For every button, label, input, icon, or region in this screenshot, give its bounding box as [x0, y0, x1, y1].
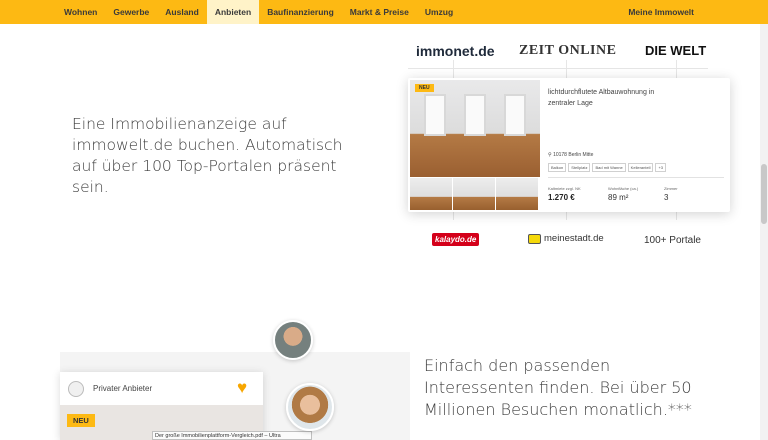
section1-headline: Eine Immobilienanzeige auf immowelt.de b…	[72, 115, 343, 196]
user-icon	[68, 381, 84, 397]
provider-card[interactable]: Privater Anbieter ♥ NEU	[60, 372, 263, 440]
rooms-block: Zimmer 3	[664, 186, 678, 202]
area-value: 89 m²	[608, 193, 629, 202]
area-label: Wohnfläche (ca.)	[608, 186, 639, 191]
more-portals-label: 100+ Portale	[644, 235, 701, 246]
nav-item-anbieten[interactable]: Anbieten	[206, 0, 260, 24]
listing-card[interactable]: NEU lichtdurchflutete Altbauwohnung in z…	[408, 78, 730, 212]
connector-line	[408, 68, 708, 69]
speech-bubble-icon	[528, 233, 541, 244]
nav-item-baufinanzierung[interactable]: Baufinanzierung	[259, 0, 342, 24]
rent-label: Kaltmiete zzgl. NK	[548, 186, 581, 191]
page-scrollbar[interactable]	[760, 24, 768, 440]
listing-thumbnails	[410, 178, 538, 210]
rent-value: 1.270 €	[548, 193, 575, 202]
tag: +3	[655, 163, 667, 172]
listing-photo: NEU	[410, 80, 540, 177]
scrollbar-thumb[interactable]	[761, 164, 767, 224]
tag: Stellplatz	[568, 163, 591, 172]
listing-tags: Balkon Stellplatz Bad mit Wanne Kelleran…	[548, 163, 668, 172]
heart-icon[interactable]: ♥	[237, 379, 247, 396]
area-block: Wohnfläche (ca.) 89 m²	[608, 186, 638, 202]
tag: Kellerantell	[627, 163, 654, 172]
logo-immonet: immonet.de	[416, 43, 495, 59]
rent-block: Kaltmiete zzgl. NK 1.270 €	[548, 186, 581, 202]
tag: Bad mit Wanne	[592, 163, 626, 172]
location-pin-icon: ⚲	[548, 152, 552, 158]
thumbnail-photo[interactable]	[453, 178, 495, 210]
rooms-label: Zimmer	[664, 186, 678, 191]
listing-title[interactable]: lichtdurchflutete Altbauwohnung in zentr…	[548, 87, 678, 109]
divider	[548, 177, 724, 178]
logo-die-welt: DIE WELT	[645, 43, 707, 58]
section2-headline: Einfach den passenden Interessenten find…	[424, 356, 692, 419]
nav-item-gewerbe[interactable]: Gewerbe	[105, 0, 157, 24]
window-shape	[504, 94, 526, 136]
window-shape	[424, 94, 446, 136]
tag: Balkon	[548, 163, 567, 172]
rooms-value: 3	[664, 193, 669, 202]
logo-meinestadt-text: meinestadt.de	[544, 233, 604, 244]
thumbnail-photo[interactable]	[496, 178, 538, 210]
nav-item-ausland[interactable]: Ausland	[157, 0, 207, 24]
main-nav: Wohnen Gewerbe Ausland Anbieten Baufinan…	[0, 0, 768, 24]
tooltip: Der große Immobilienplattform-Vergleich.…	[152, 431, 312, 440]
avatar	[286, 383, 334, 431]
logo-meinestadt: meinestadt.de	[528, 233, 604, 244]
nav-item-wohnen[interactable]: Wohnen	[56, 0, 105, 24]
logo-immonet-text: immonet.de	[416, 43, 495, 59]
listing-location: ⚲ 10178 Berlin Mitte	[548, 152, 593, 158]
nav-item-markt-preise[interactable]: Markt & Preise	[342, 0, 417, 24]
thumbnail-photo[interactable]	[410, 178, 452, 210]
window-shape	[464, 94, 486, 136]
listing-location-text: 10178 Berlin Mitte	[553, 152, 594, 158]
avatar	[273, 320, 313, 360]
nav-account-link[interactable]: Meine Immowelt	[620, 0, 702, 24]
logo-kalaydo: kalaydo.de	[432, 233, 480, 246]
new-badge: NEU	[67, 414, 95, 427]
logo-zeit-online: ZEIT ONLINE	[519, 43, 617, 58]
provider-label: Privater Anbieter	[93, 384, 153, 393]
new-badge: NEU	[415, 84, 434, 92]
nav-item-umzug[interactable]: Umzug	[417, 0, 461, 24]
